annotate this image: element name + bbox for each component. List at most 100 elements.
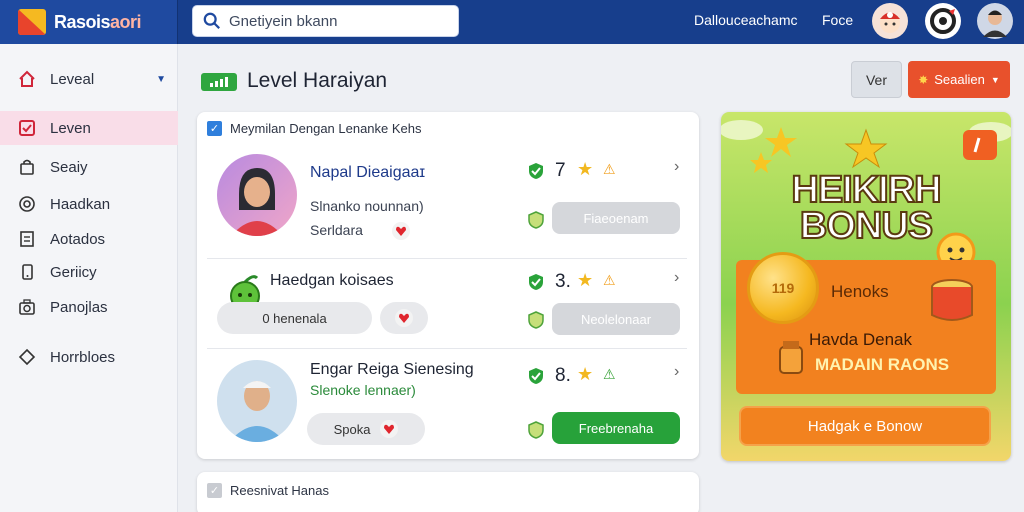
list-icon — [18, 230, 36, 248]
top-link-foce[interactable]: Foce — [822, 12, 853, 28]
star-icon: ★ — [577, 364, 594, 384]
row-3-action-button[interactable]: Freebrenaha — [552, 412, 680, 444]
sagan-dropdown-button[interactable]: ✸ Seaalien ▼ — [908, 61, 1010, 98]
claim-bonus-button[interactable]: Hadgak e Bonow — [739, 406, 991, 446]
level-badge — [201, 73, 237, 91]
sidebar-item-label: Haadkan — [50, 195, 111, 213]
person-photo-icon — [229, 381, 285, 442]
sidebar-item-aotados[interactable]: Aotados — [0, 222, 178, 256]
sagan-label: Seaalien — [934, 72, 985, 87]
brand-logo-icon — [18, 9, 46, 35]
row-1-level: 7 — [555, 160, 566, 181]
page-title: Level Haraiyan — [247, 69, 388, 92]
card2-heading-label: Reesnivat Hanas — [230, 483, 329, 498]
sidebar-item-geriicy[interactable]: Geriicy — [0, 255, 178, 289]
top-link-dashboard[interactable]: Dallouceachamc — [694, 12, 798, 28]
chevron-down-icon: ▼ — [990, 74, 1000, 85]
honey-jar-icon — [931, 279, 973, 321]
sidebar-item-label: Horrbloes — [50, 348, 116, 366]
person-avatar[interactable] — [217, 360, 297, 442]
divider — [207, 258, 687, 259]
heart-icon — [380, 420, 399, 438]
row-3-tag: Spoka — [333, 421, 371, 437]
row-3-subtitle: Slenoke lennaer) — [310, 382, 416, 398]
check-square-icon — [18, 119, 36, 137]
mascot-icon — [880, 12, 900, 33]
search-input[interactable] — [229, 12, 449, 30]
level-card: ✓ Meymilan Dengan Lenanke Kehs Napal Die… — [197, 112, 699, 459]
bonus-panel[interactable]: HEIKIRH BONUS 119 Henoks Havda Denak MADA… — [721, 112, 1011, 461]
row-1-name[interactable]: Napal Dieaigaaɪ — [310, 164, 425, 182]
top-bar: Rasoisaori Dallouceachamc Foce — [0, 0, 1024, 44]
target-icon — [18, 195, 36, 213]
camera-icon — [18, 298, 36, 316]
chevron-right-icon[interactable]: › — [674, 269, 679, 287]
card-heading: ✓ Meymilan Dengan Lenanke Kehs — [207, 121, 422, 136]
bag-icon — [18, 158, 36, 176]
user-photo-icon — [983, 10, 1007, 37]
sidebar-item-seaiy[interactable]: Seaiy — [0, 150, 178, 184]
heart-shield-icon — [528, 311, 544, 329]
shield-check-icon — [529, 368, 543, 384]
sidebar-item-label: Leveal — [50, 70, 95, 88]
sidebar: Leveal ▼ Leven Seaiy Haadkan Aotados Ger… — [0, 44, 178, 512]
gear-icon — [930, 8, 956, 34]
sidebar-item-leveal[interactable]: Leveal ▼ — [0, 62, 178, 96]
checkbox-icon[interactable]: ✓ — [207, 483, 222, 498]
sidebar-item-label: Leven — [50, 119, 91, 137]
search-icon — [203, 12, 220, 29]
sidebar-item-label: Seaiy — [50, 158, 88, 176]
row-2-tag-pill[interactable]: 0 henenala — [217, 302, 372, 334]
bonus-label-havda: Havda Denak — [809, 330, 913, 349]
heart-shield-icon — [528, 211, 544, 229]
sidebar-item-haadkan[interactable]: Haadkan — [0, 187, 178, 221]
row-2-name[interactable]: Haedgan koisaes — [270, 272, 394, 290]
divider — [207, 348, 687, 349]
second-card: ✓ Reesnivat Hanas — [197, 472, 699, 512]
sidebar-item-label: Panojlas — [50, 298, 108, 316]
jar-icon — [779, 341, 803, 374]
warning-icon: ⚠ — [603, 161, 616, 177]
row-1-subtitle: Slnanko nounnan) — [310, 198, 424, 214]
heart-shield-icon — [528, 421, 544, 439]
shield-check-icon — [529, 163, 543, 179]
checkbox-checked-icon[interactable]: ✓ — [207, 121, 222, 136]
sidebar-item-panojlas[interactable]: Panojlas — [0, 290, 178, 324]
star-icon: ★ — [577, 270, 594, 290]
sidebar-item-leven[interactable]: Leven — [0, 111, 178, 145]
row-1-action-button[interactable]: Fiaeoenam — [552, 202, 680, 234]
heart-icon — [395, 309, 413, 327]
user-avatar[interactable] — [977, 3, 1013, 39]
card2-heading: ✓ Reesnivat Hanas — [207, 483, 329, 498]
bonus-label-madain: MADAIN RAONS — [815, 355, 950, 374]
level-bars-icon — [210, 77, 228, 87]
row-1-tag: Serldara — [310, 222, 363, 238]
warning-icon: ⚠ — [603, 366, 616, 382]
star-icon: ★ — [577, 159, 594, 179]
ver-button[interactable]: Ver — [851, 61, 902, 98]
card-heading-label: Meymilan Dengan Lenanke Kehs — [230, 121, 422, 136]
person-photo-icon — [231, 168, 283, 236]
sidebar-item-label: Geriicy — [50, 263, 97, 281]
row-2-action-button[interactable]: Neolelonaar — [552, 303, 680, 335]
row-3-tag-pill[interactable]: Spoka — [307, 413, 425, 445]
mascot-avatar[interactable] — [872, 3, 908, 39]
sidebar-item-label: Aotados — [50, 230, 106, 248]
brand[interactable]: Rasoisaori — [0, 0, 178, 44]
settings-avatar[interactable] — [925, 3, 961, 39]
coin-icon: 119 — [747, 252, 819, 324]
brand-name: Rasoisaori — [54, 11, 142, 32]
phone-icon — [18, 263, 36, 281]
chevron-right-icon[interactable]: › — [674, 158, 679, 176]
search-box[interactable] — [192, 5, 459, 37]
chevron-right-icon[interactable]: › — [674, 363, 679, 381]
person-avatar[interactable] — [217, 154, 297, 236]
row-2-heart-pill[interactable] — [380, 302, 428, 334]
diamond-icon — [18, 348, 36, 366]
row-3-level: 8. — [555, 365, 571, 386]
row-3-name[interactable]: Engar Reiga Sienesing — [310, 361, 474, 379]
row-2-level: 3. — [555, 271, 571, 292]
warning-icon: ⚠ — [603, 272, 616, 288]
heart-icon[interactable] — [392, 222, 410, 240]
sidebar-item-horrbloes[interactable]: Horrbloes — [0, 340, 178, 374]
